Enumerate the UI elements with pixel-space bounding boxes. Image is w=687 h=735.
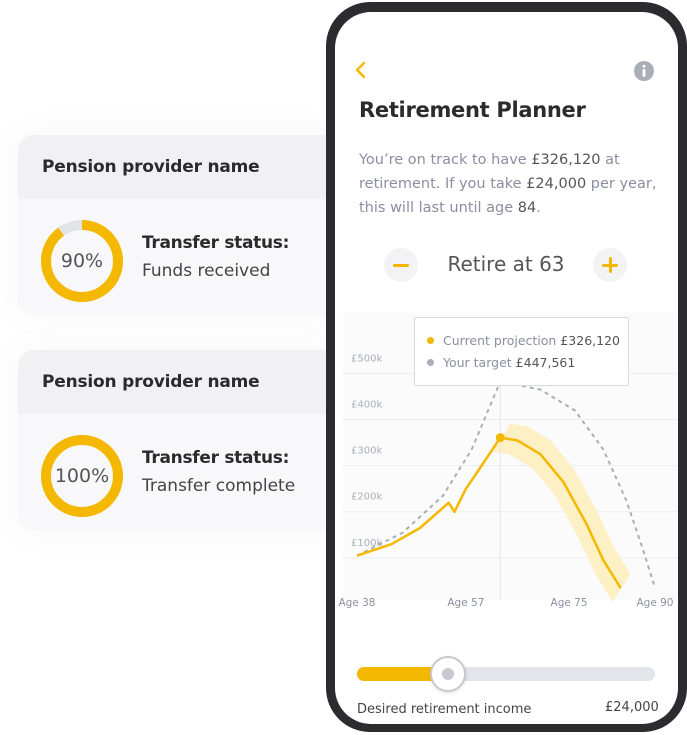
current-legend-dot	[427, 337, 434, 344]
projection-summary: You’re on track to have £326,120 at reti…	[359, 148, 669, 220]
card-header: Pension provider name	[18, 135, 348, 199]
status-title: Transfer status:	[142, 233, 290, 253]
plus-icon-vertical	[608, 257, 612, 273]
summary-text-4: .	[536, 200, 541, 216]
pension-card-2[interactable]: Pension provider name 100% Transfer stat…	[18, 350, 348, 530]
info-icon[interactable]	[633, 60, 655, 82]
page-title: Retirement Planner	[359, 98, 586, 122]
tooltip-current-value: £326,120	[560, 333, 621, 348]
income-slider-track[interactable]	[357, 667, 655, 681]
card-body: 100% Transfer status: Transfer complete	[18, 414, 348, 530]
y-tick-label: £100k	[351, 538, 382, 549]
minus-icon	[393, 263, 409, 267]
x-tick-label: Age 57	[447, 597, 484, 609]
status-value: Funds received	[142, 261, 271, 281]
x-tick-label: Age 38	[338, 597, 375, 609]
status-value: Transfer complete	[142, 476, 296, 496]
summary-amount: £326,120	[531, 152, 601, 168]
increase-age-button[interactable]	[593, 248, 627, 282]
x-tick-label: Age 75	[551, 597, 588, 609]
retire-age-label: Retire at 63	[447, 252, 565, 276]
y-tick-label: £400k	[351, 399, 382, 410]
slider-thumb-dot	[442, 668, 454, 680]
percent-label: 100%	[54, 465, 110, 487]
target-legend-dot	[427, 359, 434, 366]
income-slider-thumb[interactable]	[430, 656, 466, 692]
status-title: Transfer status:	[142, 448, 290, 468]
y-tick-label: £300k	[351, 446, 382, 457]
income-label: Desired retirement income	[357, 702, 532, 717]
card-body: 90% Transfer status: Funds received	[18, 199, 348, 315]
decrease-age-button[interactable]	[384, 248, 418, 282]
summary-text-1: You’re on track to have	[359, 152, 532, 168]
income-value: £24,000	[605, 700, 659, 715]
percent-label: 90%	[60, 250, 104, 272]
back-chevron-icon[interactable]	[351, 60, 371, 80]
chart-tooltip: Current projection £326,120 Your target …	[414, 317, 629, 386]
tooltip-target-value: £447,561	[515, 355, 576, 370]
provider-name: Pension provider name	[42, 372, 260, 392]
current-marker	[495, 433, 505, 443]
tooltip-current-row: Current projection £326,120	[427, 333, 620, 348]
y-tick-label: £500k	[351, 353, 382, 364]
summary-yearly: £24,000	[526, 176, 587, 192]
tooltip-target-label: Your target	[443, 355, 512, 370]
tooltip-current-label: Current projection	[443, 333, 557, 348]
x-tick-label: Age 90	[636, 597, 673, 609]
tooltip-target-row: Your target £447,561	[427, 355, 575, 370]
card-header: Pension provider name	[18, 350, 348, 414]
provider-name: Pension provider name	[42, 157, 260, 177]
phone-screen: Retirement Planner You’re on track to ha…	[335, 12, 678, 724]
y-tick-label: £200k	[351, 492, 382, 503]
summary-age: 84	[517, 200, 537, 216]
pension-card-1[interactable]: Pension provider name 90% Transfer statu…	[18, 135, 348, 315]
